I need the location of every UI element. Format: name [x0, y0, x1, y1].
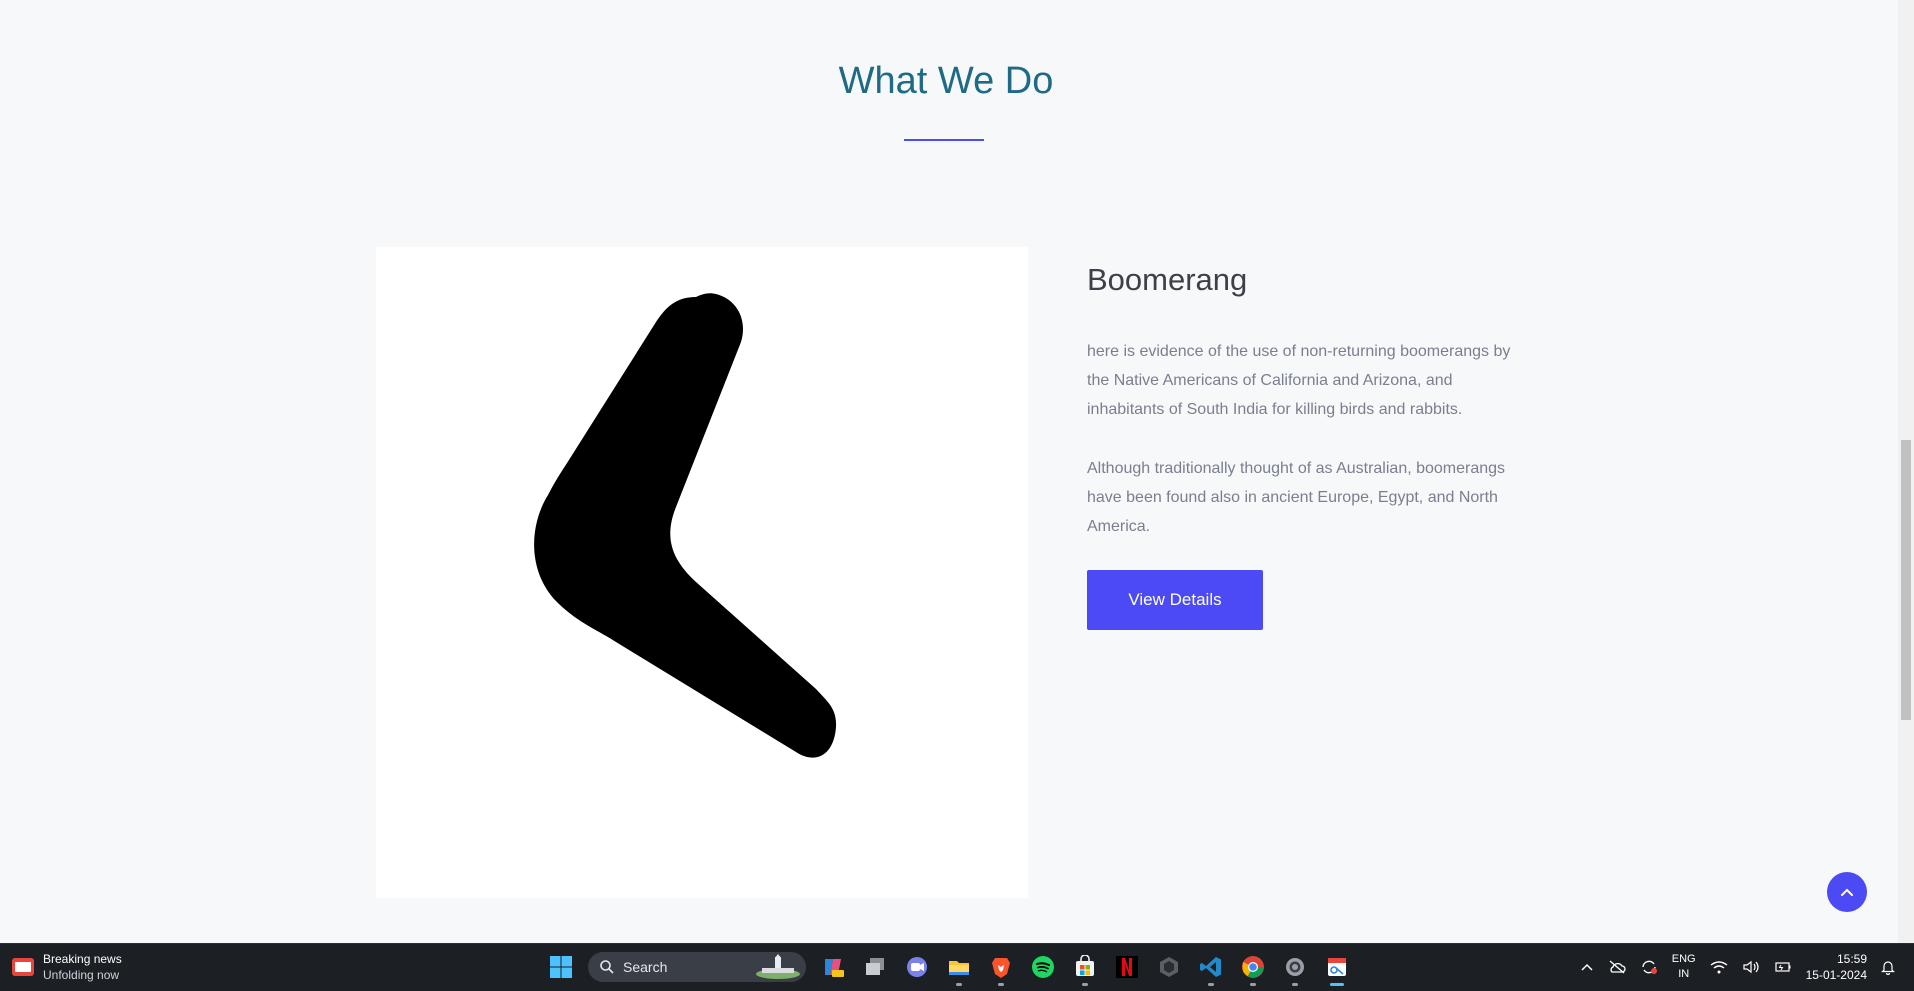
snipping-tool-icon[interactable] [1324, 954, 1350, 986]
vscode-icon[interactable] [1198, 954, 1224, 986]
brave-icon[interactable] [988, 954, 1014, 986]
news-widget[interactable]: Breaking news Unfolding now [12, 951, 122, 983]
page: What We Do Boomerang here is evidence of… [0, 0, 1898, 943]
spotify-icon[interactable] [1030, 954, 1056, 980]
wifi-icon[interactable] [1710, 960, 1728, 974]
title-underline [904, 139, 984, 141]
region-code: IN [1678, 968, 1690, 980]
volume-icon[interactable] [1742, 960, 1760, 974]
settings-icon[interactable] [1282, 954, 1308, 986]
chevron-up-icon[interactable] [1580, 962, 1594, 972]
clock-time: 15:59 [1836, 952, 1867, 966]
language-indicator[interactable]: ENG IN [1672, 952, 1696, 982]
boomerang-graphic [534, 293, 837, 758]
notification-bell-icon[interactable] [1881, 959, 1895, 975]
feature-paragraph-1: here is evidence of the use of non-retur… [1087, 343, 1511, 418]
feature-paragraph-2: Although traditionally thought of as Aus… [1087, 460, 1506, 535]
news-subtitle: Unfolding now [43, 968, 120, 982]
news-title: Breaking news [43, 952, 122, 966]
system-tray: ENG IN 15:59 15-01-2024 [1573, 949, 1902, 985]
feature-content: Boomerang here is evidence of the use of… [1087, 262, 1527, 630]
view-details-button[interactable]: View Details [1087, 570, 1263, 630]
chevron-up-icon [1841, 888, 1853, 896]
file-explorer-icon[interactable] [946, 954, 972, 986]
search-icon [600, 960, 614, 974]
taskbar-search[interactable]: Search [588, 952, 806, 982]
battery-icon[interactable] [1774, 960, 1792, 974]
teams-chat-icon[interactable] [904, 954, 930, 980]
microsoft-store-icon[interactable] [1072, 954, 1098, 986]
search-highlight-icon [756, 954, 800, 979]
feature-heading: Boomerang [1087, 262, 1248, 297]
scroll-to-top-button[interactable] [1827, 872, 1867, 912]
taskbar: Breaking news Unfolding now Search ENG I… [0, 943, 1914, 991]
chrome-icon[interactable] [1240, 954, 1266, 986]
cloud-off-icon[interactable] [1608, 960, 1626, 974]
clock-date: 15-01-2024 [1805, 968, 1867, 982]
sync-icon[interactable] [1640, 958, 1658, 976]
task-view-icon[interactable] [862, 954, 888, 980]
news-icon [12, 958, 34, 976]
boomerang-image [376, 247, 1028, 898]
section-title: What We Do [838, 60, 1054, 102]
netflix-icon[interactable] [1114, 954, 1140, 980]
unity-icon[interactable] [1156, 954, 1182, 980]
scrollbar-thumb[interactable] [1901, 440, 1911, 720]
taskbar-apps: Search [540, 950, 1358, 986]
clock[interactable]: 15:59 15-01-2024 [1806, 951, 1867, 983]
windows-start-icon[interactable] [548, 954, 574, 980]
search-placeholder: Search [623, 959, 668, 975]
language-code: ENG [1671, 953, 1696, 965]
copilot-icon[interactable] [820, 954, 846, 980]
